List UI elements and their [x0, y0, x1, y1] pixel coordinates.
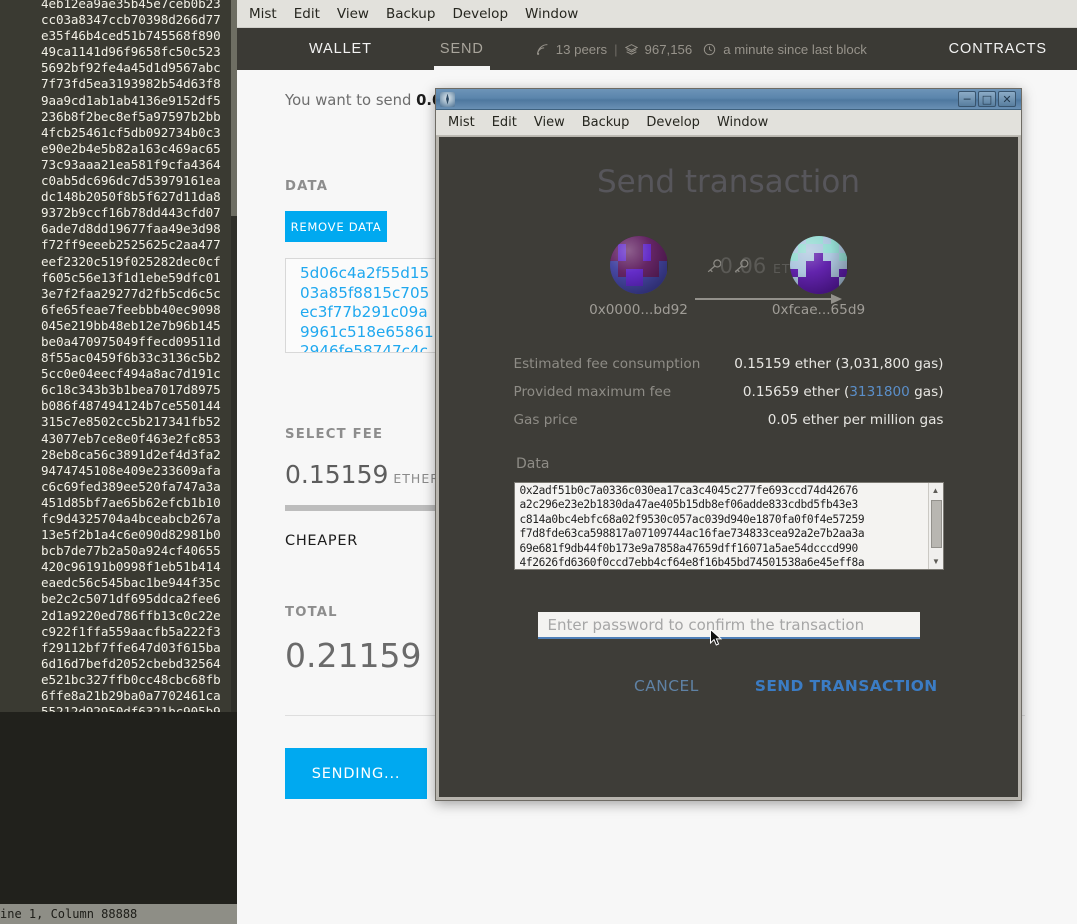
fee-key-estimated: Estimated fee consumption — [513, 356, 701, 372]
text-editor-panel: 4eb12ea9ae35b45e7ceb0b23 cc03a8347ccb703… — [0, 0, 237, 924]
fee-row-estimated: Estimated fee consumption 0.15159 ether … — [514, 350, 944, 378]
peers-signal-icon — [536, 43, 548, 55]
send-transaction-window: ─ □ ✕ Mist Edit View Backup Develop Wind… — [435, 88, 1022, 801]
tab-contracts-label: CONTRACTS — [948, 41, 1047, 57]
recipient-party: 0xfcae...65d9 — [759, 236, 879, 318]
menu-item-edit[interactable]: Edit — [294, 6, 320, 22]
fee-slider-fill — [285, 505, 440, 511]
remove-data-button[interactable]: REMOVE DATA — [285, 211, 387, 242]
close-icon[interactable]: ✕ — [998, 91, 1016, 107]
menu-item-backup[interactable]: Backup — [386, 6, 436, 22]
menu-item-develop[interactable]: Develop — [452, 6, 508, 22]
modal-menu-item-edit[interactable]: Edit — [492, 115, 517, 130]
editor-hex-content: 4eb12ea9ae35b45e7ceb0b23 cc03a8347ccb703… — [41, 0, 221, 712]
sending-button[interactable]: SENDING... — [285, 748, 427, 799]
modal-data-textarea[interactable]: 0x2adf51b0c7a0336c030ea17ca3c4045c277fe6… — [513, 482, 944, 570]
fee-max-post: gas) — [909, 384, 944, 400]
sender-address: 0x0000...bd92 — [589, 302, 688, 318]
recipient-avatar — [789, 236, 848, 294]
menu-item-window[interactable]: Window — [525, 6, 578, 22]
tab-contracts[interactable]: CONTRACTS — [949, 41, 1047, 57]
recipient-key-icon — [734, 259, 748, 273]
modal-data-scrollbar[interactable]: ▲ ▼ — [927, 483, 943, 569]
password-field-wrap — [537, 612, 920, 646]
editor-code-area[interactable]: 4eb12ea9ae35b45e7ceb0b23 cc03a8347ccb703… — [0, 0, 237, 712]
modal-menu-item-develop[interactable]: Develop — [646, 115, 700, 130]
scroll-down-icon[interactable]: ▼ — [929, 554, 943, 569]
app-menubar: Mist Edit View Backup Develop Window — [237, 0, 1077, 28]
editor-gutter — [0, 0, 41, 712]
tab-send-label: SEND — [439, 41, 484, 57]
fee-max-gas-highlight: 3131800 — [849, 384, 910, 400]
scroll-up-icon[interactable]: ▲ — [929, 483, 943, 498]
fee-value-gasprice: 0.05 ether per million gas — [767, 412, 944, 428]
fee-max-pre: 0.15659 ether ( — [742, 384, 850, 400]
sender-avatar — [609, 236, 668, 294]
app-navbar: WALLET SEND 13 peers | 967,156 a minute … — [237, 28, 1077, 70]
modal-title: Send transaction — [596, 164, 861, 200]
sender-party: 0x0000...bd92 — [579, 236, 699, 318]
fee-key-maximum: Provided maximum fee — [513, 384, 672, 400]
blocks-stack-icon — [624, 43, 638, 55]
modal-content: Send transaction 0x0000...bd92 0.06 0xfc… — [439, 137, 1018, 797]
fee-value: 0.15159 — [285, 460, 389, 489]
modal-menu-item-view[interactable]: View — [534, 115, 565, 130]
menu-item-view[interactable]: View — [337, 6, 369, 22]
modal-menu-item-window[interactable]: Window — [717, 115, 768, 130]
send-summary-prefix: You want to send — [285, 92, 417, 109]
editor-status-bar: ine 1, Column 88888 — [0, 904, 237, 924]
send-transaction-button[interactable]: SEND TRANSACTION — [755, 677, 938, 695]
minimize-icon[interactable]: ─ — [958, 91, 976, 107]
fee-row-maximum: Provided maximum fee 0.15659 ether (3131… — [514, 378, 944, 406]
block-number: 967,156 — [644, 41, 693, 57]
tab-send[interactable]: SEND — [426, 28, 498, 70]
tab-wallet[interactable]: WALLET — [295, 28, 386, 70]
modal-menu-item-mist[interactable]: Mist — [448, 115, 475, 130]
status-divider: | — [614, 41, 618, 57]
tab-wallet-label: WALLET — [309, 41, 372, 57]
fee-unit: ETHER — [393, 471, 440, 486]
window-controls: ─ □ ✕ — [958, 91, 1018, 107]
fee-value-maximum: 0.15659 ether (3131800 gas) — [743, 378, 944, 406]
maximize-icon[interactable]: □ — [978, 91, 996, 107]
fee-key-gasprice: Gas price — [513, 412, 578, 428]
modal-data-scrollbar-thumb[interactable] — [930, 500, 942, 548]
peers-count: 13 peers — [555, 41, 608, 57]
tab-send-active-underline — [433, 66, 490, 70]
network-status: 13 peers | 967,156 a minute since last b… — [536, 42, 867, 57]
modal-data-label: Data — [516, 456, 550, 472]
recipient-address: 0xfcae...65d9 — [771, 302, 866, 318]
ethereum-app-icon — [440, 91, 455, 107]
password-input[interactable] — [537, 612, 920, 639]
window-menubar: Mist Edit View Backup Develop Window — [436, 110, 1021, 136]
mouse-cursor-icon — [709, 629, 722, 646]
cancel-button[interactable]: CANCEL — [634, 677, 699, 695]
transaction-parties: 0x0000...bd92 0.06 ETHER — [499, 236, 959, 328]
menu-item-mist[interactable]: Mist — [249, 6, 277, 22]
screen-root: 4eb12ea9ae35b45e7ceb0b23 cc03a8347ccb703… — [0, 0, 1077, 924]
fee-row-gasprice: Gas price 0.05 ether per million gas — [514, 406, 944, 434]
fee-value-estimated: 0.15159 ether (3,031,800 gas) — [734, 356, 944, 372]
modal-data-hex: 0x2adf51b0c7a0336c030ea17ca3c4045c277fe6… — [519, 484, 865, 570]
modal-action-buttons: CANCEL SEND TRANSACTION — [514, 677, 944, 695]
last-block-time: a minute since last block — [723, 41, 867, 57]
fee-details-table: Estimated fee consumption 0.15159 ether … — [514, 350, 944, 434]
modal-menu-item-backup[interactable]: Backup — [582, 115, 630, 130]
window-titlebar[interactable]: ─ □ ✕ — [436, 89, 1021, 110]
clock-icon — [704, 43, 716, 55]
